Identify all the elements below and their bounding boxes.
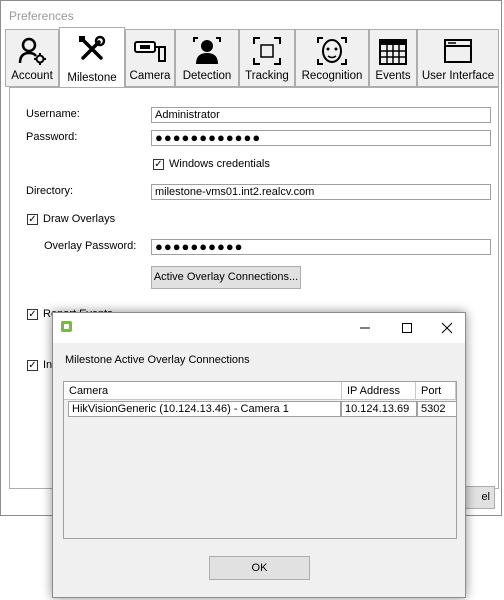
cell-camera[interactable]: HikVisionGeneric (10.124.13.46) - Camera…	[68, 401, 341, 417]
tab-milestone[interactable]: Milestone	[59, 27, 125, 88]
minimize-icon[interactable]	[357, 320, 373, 336]
directory-field[interactable]: milestone-vms01.int2.realcv.com	[151, 184, 491, 200]
windows-credentials-checkbox[interactable]: ✓	[153, 159, 164, 170]
title-bar[interactable]: Preferences	[1, 1, 501, 29]
active-overlay-connections-dialog: Milestone Active Overlay Connections Cam…	[52, 312, 466, 598]
dialog-heading: Milestone Active Overlay Connections	[65, 354, 250, 366]
connections-grid: Camera IP Address Port HikVisionGeneric …	[63, 381, 457, 539]
security-camera-icon	[126, 34, 174, 68]
tab-label: Tracking	[245, 70, 289, 82]
password-field[interactable]: ●●●●●●●●●●●●	[151, 130, 491, 146]
tab-label: Account	[11, 70, 53, 82]
window-icon	[418, 34, 498, 68]
app-icon	[61, 321, 72, 332]
tab-events[interactable]: Events	[369, 29, 417, 87]
cell-ip-address[interactable]: 10.124.13.69	[341, 401, 417, 417]
tab-label: Camera	[129, 70, 171, 82]
ok-button[interactable]: OK	[209, 556, 310, 580]
dialog-title-bar[interactable]	[53, 313, 465, 343]
face-recognition-icon	[296, 34, 368, 68]
column-header-port[interactable]: Port	[416, 382, 456, 400]
cell-port[interactable]: 5302	[417, 401, 457, 417]
overlay-password-label: Overlay Password:	[44, 240, 137, 252]
tab-label: User Interface	[421, 70, 495, 82]
draw-overlays-checkbox[interactable]: ✓	[27, 214, 38, 225]
report-events-checkbox[interactable]: ✓	[27, 309, 38, 320]
tab-label: Events	[375, 70, 411, 82]
windows-credentials-label: Windows credentials	[169, 158, 270, 170]
directory-label: Directory:	[26, 185, 74, 197]
tab-label: Milestone	[67, 72, 117, 84]
account-gear-icon	[6, 34, 58, 68]
maximize-icon[interactable]	[399, 320, 415, 336]
active-overlay-connections-button[interactable]: Active Overlay Connections...	[151, 266, 301, 289]
overlay-password-field[interactable]: ●●●●●●●●●●	[151, 239, 491, 255]
tab-detection[interactable]: Detection	[175, 29, 239, 87]
tab-camera[interactable]: Camera	[125, 29, 175, 87]
calendar-icon	[370, 34, 416, 68]
column-header-ip-address[interactable]: IP Address	[342, 382, 416, 400]
tab-tracking[interactable]: Tracking	[239, 29, 295, 87]
username-field[interactable]: Administrator	[151, 107, 491, 123]
person-detection-icon	[176, 34, 238, 68]
wrench-screwdriver-icon	[60, 32, 124, 66]
cancel-label: el	[481, 491, 490, 503]
tab-user-interface[interactable]: User Interface	[417, 29, 499, 87]
partial-option-label: In	[43, 359, 53, 371]
draw-overlays-label: Draw Overlays	[43, 213, 116, 225]
partial-checkbox[interactable]: ✓	[27, 360, 38, 371]
column-header-camera[interactable]: Camera	[64, 382, 342, 400]
tab-account[interactable]: Account	[5, 29, 59, 87]
tab-label: Detection	[182, 70, 232, 82]
username-label: Username:	[26, 108, 80, 120]
window-title: Preferences	[9, 9, 74, 23]
password-label: Password:	[26, 131, 78, 143]
tracking-frame-icon	[240, 34, 294, 68]
tab-label: Recognition	[301, 70, 363, 82]
close-icon[interactable]	[439, 320, 455, 336]
tab-recognition[interactable]: Recognition	[295, 29, 369, 87]
